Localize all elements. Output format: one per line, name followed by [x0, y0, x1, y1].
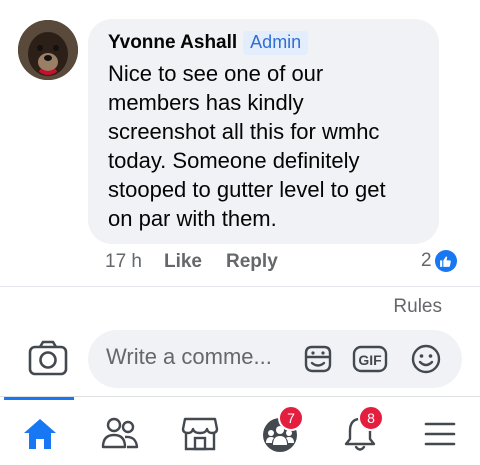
reaction-summary[interactable]: 2	[421, 250, 457, 272]
home-icon	[24, 419, 56, 449]
camera-icon[interactable]	[28, 340, 68, 376]
tab-friends[interactable]	[80, 397, 160, 465]
like-button[interactable]: Like	[164, 251, 202, 273]
notifications-badge: 8	[358, 405, 384, 431]
gif-icon[interactable]: GIF	[352, 344, 388, 374]
like-reaction-icon	[434, 250, 457, 272]
avatar-dog-image	[18, 20, 78, 80]
tab-home[interactable]	[0, 397, 80, 465]
reply-button[interactable]: Reply	[226, 251, 278, 273]
comment-timestamp: 17 h	[105, 251, 142, 272]
emoji-icon[interactable]	[410, 344, 442, 374]
author-name[interactable]: Yvonne Ashall	[108, 32, 237, 54]
comment-meta: 17 h Like Reply	[105, 251, 302, 273]
friends-icon	[101, 417, 139, 449]
tab-menu[interactable]	[400, 397, 480, 465]
rules-link[interactable]: Rules	[393, 296, 442, 318]
groups-badge: 7	[278, 405, 304, 431]
tab-marketplace[interactable]	[160, 397, 240, 465]
section-divider	[0, 286, 480, 287]
comment-text: Nice to see one of our members has kindl…	[108, 61, 386, 231]
admin-badge: Admin	[243, 31, 309, 55]
comment-composer: GIF	[88, 330, 462, 388]
comment-bubble: Yvonne Ashall Admin Nice to see one of o…	[88, 19, 439, 244]
sticker-icon[interactable]	[302, 344, 334, 374]
author-row: Yvonne Ashall Admin	[108, 31, 309, 55]
tab-groups[interactable]: 7	[240, 397, 320, 465]
reaction-count: 2	[421, 250, 432, 271]
svg-text:GIF: GIF	[358, 352, 382, 368]
avatar[interactable]	[18, 20, 78, 80]
tab-notifications[interactable]: 8	[320, 397, 400, 465]
bottom-tab-bar: 7 8	[0, 396, 480, 465]
marketplace-icon	[181, 417, 219, 451]
comment-input[interactable]	[106, 344, 284, 370]
menu-icon	[424, 422, 456, 446]
